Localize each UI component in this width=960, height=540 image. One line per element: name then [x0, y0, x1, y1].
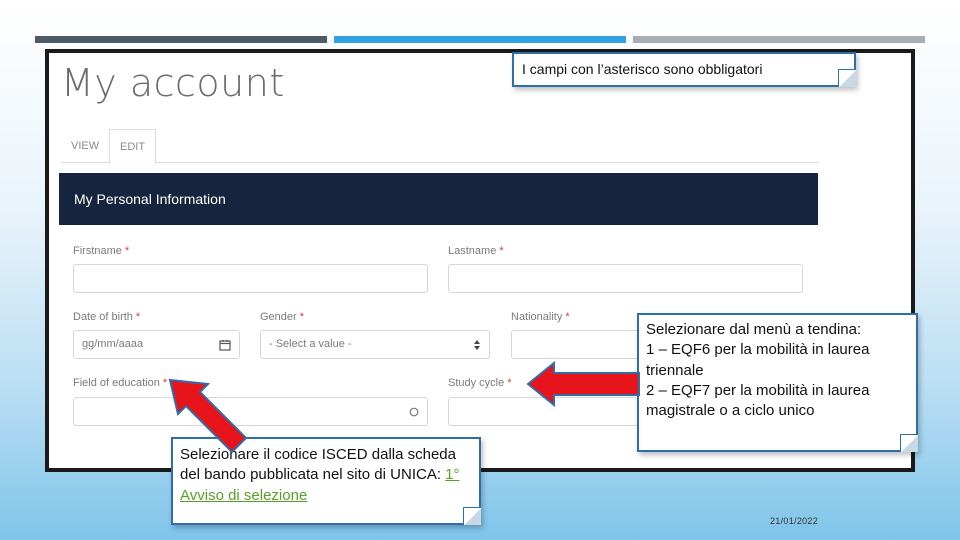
tab-view[interactable]: VIEW	[61, 129, 109, 163]
required-mark: *	[507, 377, 512, 389]
note-fold-corner	[838, 69, 856, 87]
field-of-education-label-text: Field of education	[73, 377, 160, 389]
gender-label: Gender *	[260, 311, 304, 323]
firstname-label-text: Firstname	[73, 245, 122, 257]
required-mark: *	[499, 245, 504, 257]
arrow-left-icon	[526, 361, 640, 407]
required-mark: *	[299, 311, 304, 323]
date-placeholder: gg/mm/aaaa	[82, 338, 144, 350]
lastname-label-text: Lastname	[448, 245, 497, 257]
gender-selected-value: - Select a value -	[269, 338, 352, 350]
required-mark: *	[565, 311, 570, 323]
date-of-birth-label-text: Date of birth	[73, 311, 133, 323]
instruction-line: 2 – EQF7 per la mobilità in laurea magis…	[646, 381, 870, 419]
tab-bar: VIEW EDIT	[61, 129, 819, 164]
study-cycle-label: Study cycle *	[448, 377, 512, 389]
field-of-education-label: Field of education *	[73, 377, 167, 389]
instruction-line: 1 – EQF6 per la mobilità in laurea trien…	[646, 341, 870, 379]
date-of-birth-label: Date of birth *	[73, 311, 140, 323]
study-cycle-label-text: Study cycle	[448, 377, 505, 389]
study-cycle-instructions: Selezionare dal menù a tendina: 1 – EQF6…	[637, 313, 918, 452]
search-icon[interactable]	[409, 398, 419, 428]
firstname-label: Firstname *	[73, 245, 129, 257]
sort-arrows-icon	[473, 331, 481, 362]
arrow-up-left-shape	[168, 378, 248, 454]
required-mark: *	[124, 245, 130, 257]
note-fold-corner	[463, 507, 481, 525]
top-bar-blue	[334, 36, 626, 43]
calendar-icon[interactable]	[219, 331, 231, 362]
tab-edit[interactable]: EDIT	[109, 129, 157, 164]
note-fold-corner	[900, 434, 918, 452]
top-bar-gray	[633, 36, 925, 43]
nationality-select[interactable]	[511, 330, 651, 359]
gender-label-text: Gender	[260, 311, 297, 323]
required-mark: *	[135, 311, 141, 323]
nationality-label-text: Nationality	[511, 311, 563, 323]
page-title: My account	[61, 61, 285, 105]
arrow-left-shape	[526, 361, 640, 407]
lastname-label: Lastname *	[448, 245, 504, 257]
gender-select[interactable]: - Select a value -	[260, 330, 490, 359]
arrow-up-left-icon	[168, 378, 248, 454]
instruction-line: Selezionare dal menù a tendina:	[646, 321, 862, 338]
section-header: My Personal Information	[59, 173, 818, 225]
nationality-label: Nationality *	[511, 311, 570, 323]
lastname-input[interactable]	[448, 264, 803, 293]
firstname-input[interactable]	[73, 264, 428, 293]
top-bar-dark	[35, 36, 327, 43]
date-of-birth-input[interactable]: gg/mm/aaaa	[73, 330, 240, 359]
footer-date: 21/01/2022	[770, 516, 819, 526]
required-fields-note: I campi con l’asterisco sono obbligatori	[512, 52, 856, 87]
required-fields-note-text: I campi con l’asterisco sono obbligatori	[522, 61, 763, 77]
